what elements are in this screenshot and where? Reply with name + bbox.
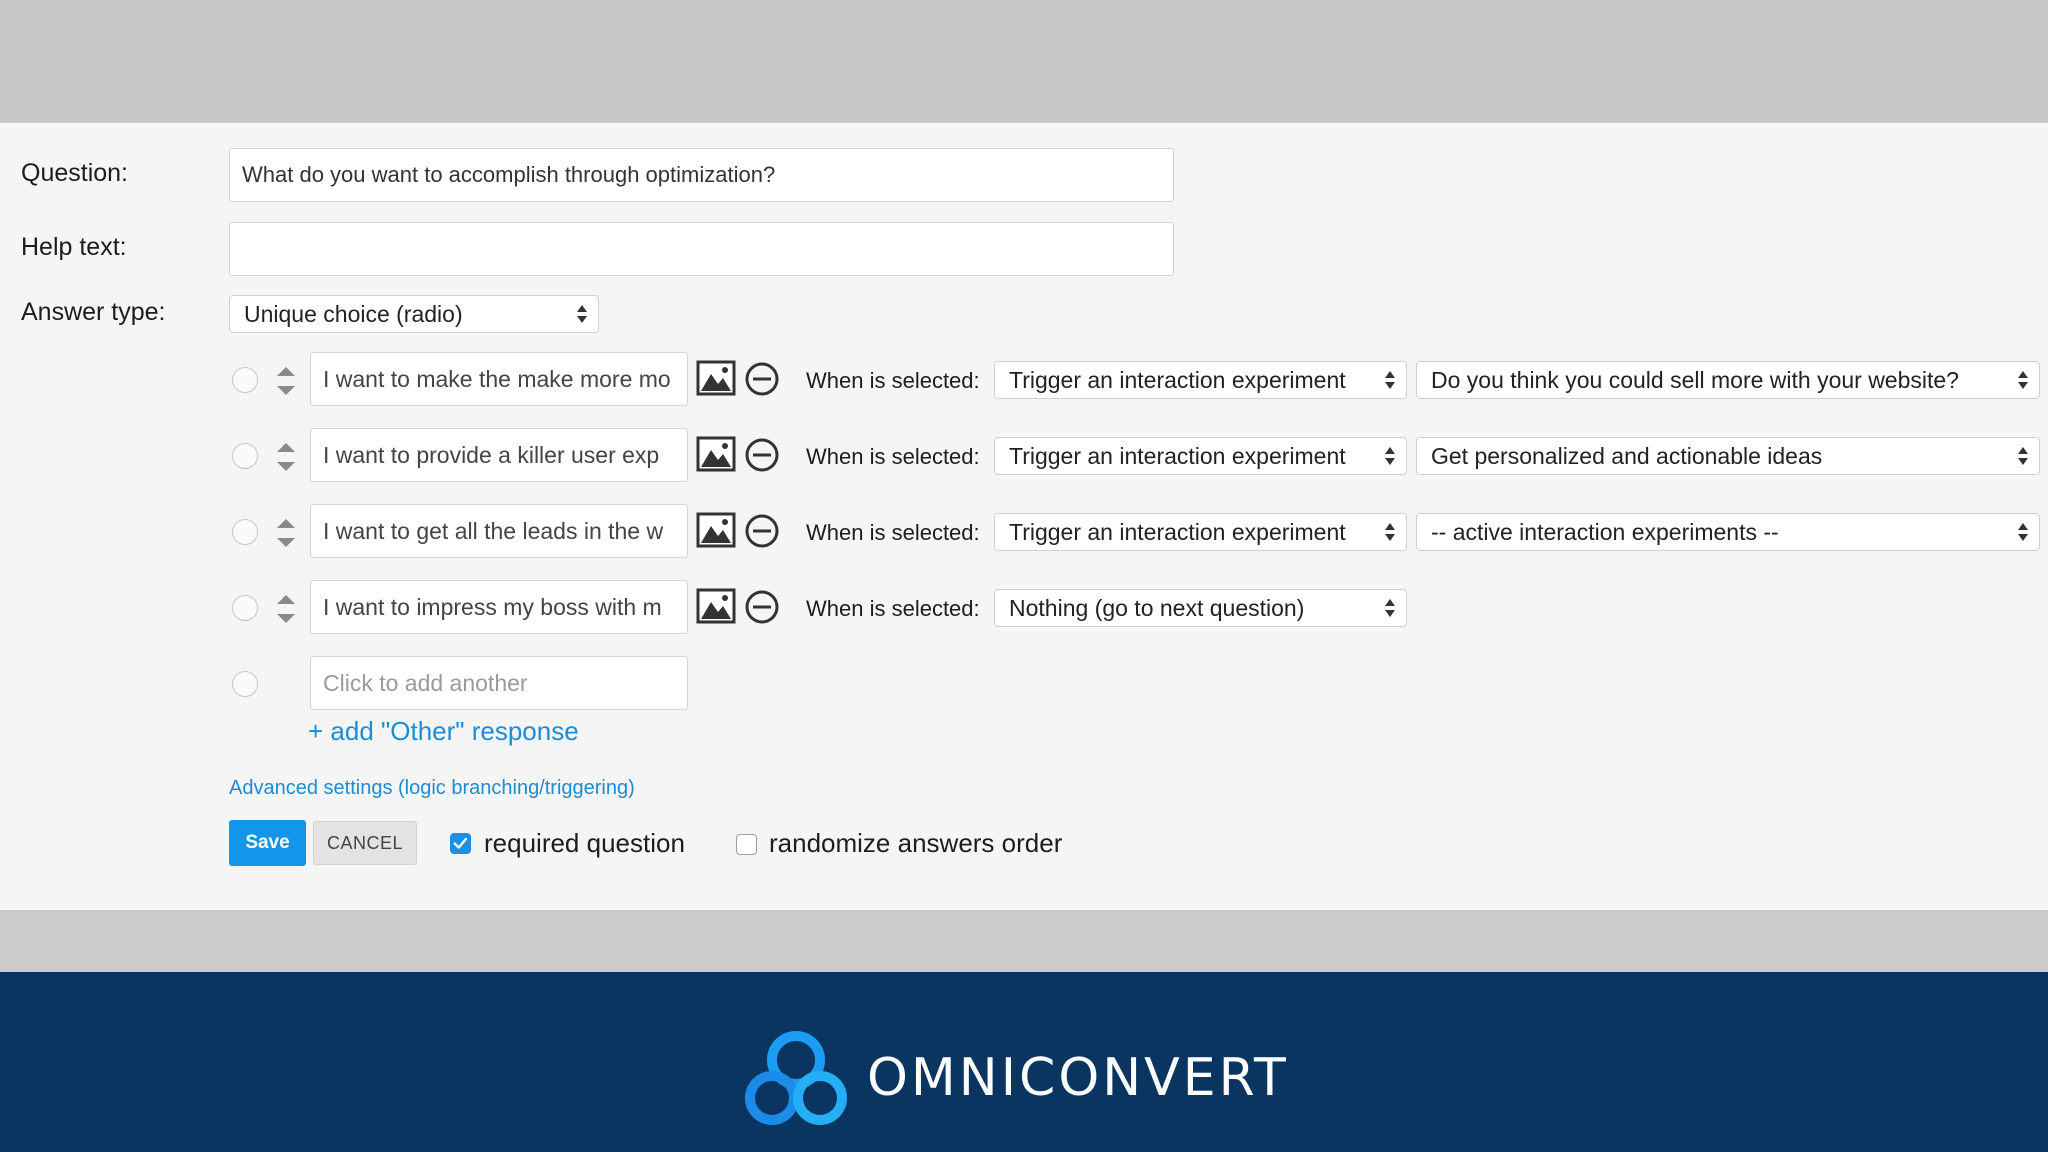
- image-icon[interactable]: [696, 436, 736, 472]
- answer-radio[interactable]: [232, 443, 258, 469]
- action-select[interactable]: Nothing (go to next question): [994, 589, 1407, 627]
- target-select-value: Get personalized and actionable ideas: [1431, 442, 1823, 469]
- advanced-settings-link[interactable]: Advanced settings (logic branching/trigg…: [229, 777, 635, 800]
- answer-text-input[interactable]: I want to make the make more mo: [310, 352, 688, 406]
- remove-answer-icon[interactable]: [744, 513, 780, 549]
- answer-type-select[interactable]: Unique choice (radio): [229, 295, 599, 333]
- cancel-button[interactable]: CANCEL: [313, 821, 417, 865]
- top-bar: [0, 0, 2048, 123]
- select-arrows-icon: [2018, 447, 2028, 465]
- question-label: Question:: [21, 159, 129, 187]
- answer-text-value: I want to make the make more mo: [323, 365, 671, 392]
- remove-answer-icon[interactable]: [744, 589, 780, 625]
- randomize-answers-checkbox[interactable]: [736, 834, 757, 855]
- target-select-value: -- active interaction experiments --: [1431, 518, 1779, 545]
- image-icon[interactable]: [696, 512, 736, 548]
- add-other-response-link[interactable]: + add "Other" response: [308, 716, 579, 747]
- answer-text-value: I want to get all the leads in the w: [323, 517, 664, 544]
- reorder-arrows-icon[interactable]: [274, 361, 298, 401]
- add-another-input[interactable]: Click to add another: [310, 656, 688, 710]
- brand-name: OMNICONVERT: [867, 1048, 1289, 1108]
- target-select-value: Do you think you could sell more with yo…: [1431, 366, 1959, 393]
- help-text-label: Help text:: [21, 233, 127, 261]
- answer-text-input[interactable]: I want to get all the leads in the w: [310, 504, 688, 558]
- answer-text-input[interactable]: I want to impress my boss with m: [310, 580, 688, 634]
- question-input-value: What do you want to accomplish through o…: [242, 162, 776, 187]
- remove-answer-icon[interactable]: [744, 437, 780, 473]
- add-another-placeholder: Click to add another: [323, 669, 528, 696]
- answer-type-label: Answer type:: [21, 298, 166, 326]
- action-select-value: Trigger an interaction experiment: [1009, 442, 1346, 469]
- answer-radio[interactable]: [232, 519, 258, 545]
- when-selected-label: When is selected:: [806, 520, 980, 545]
- answer-text-value: I want to provide a killer user exp: [323, 441, 660, 468]
- action-select[interactable]: Trigger an interaction experiment: [994, 361, 1407, 399]
- separator-bar: [0, 910, 2048, 972]
- target-experiment-select[interactable]: Do you think you could sell more with yo…: [1416, 361, 2040, 399]
- remove-answer-icon[interactable]: [744, 361, 780, 397]
- action-select-value: Trigger an interaction experiment: [1009, 366, 1346, 393]
- three-rings-logo-icon: [745, 1031, 847, 1125]
- select-arrows-icon: [1385, 371, 1395, 389]
- reorder-arrows-icon[interactable]: [274, 437, 298, 477]
- checkmark-icon: [453, 837, 468, 849]
- action-select[interactable]: Trigger an interaction experiment: [994, 437, 1407, 475]
- help-text-input[interactable]: [229, 222, 1174, 276]
- when-selected-label: When is selected:: [806, 444, 980, 469]
- reorder-arrows-icon[interactable]: [274, 589, 298, 629]
- target-experiment-select[interactable]: Get personalized and actionable ideas: [1416, 437, 2040, 475]
- randomize-answers-label: randomize answers order: [769, 828, 1063, 858]
- save-button[interactable]: Save: [229, 820, 306, 866]
- target-experiment-select[interactable]: -- active interaction experiments --: [1416, 513, 2040, 551]
- image-icon[interactable]: [696, 588, 736, 624]
- when-selected-label: When is selected:: [806, 596, 980, 621]
- question-input[interactable]: What do you want to accomplish through o…: [229, 148, 1174, 202]
- select-arrows-icon: [1385, 523, 1395, 541]
- action-select[interactable]: Trigger an interaction experiment: [994, 513, 1407, 551]
- action-select-value: Trigger an interaction experiment: [1009, 518, 1346, 545]
- select-arrows-icon: [577, 305, 587, 323]
- answer-radio[interactable]: [232, 671, 258, 697]
- image-icon[interactable]: [696, 360, 736, 396]
- required-question-checkbox[interactable]: [450, 833, 471, 854]
- answer-radio[interactable]: [232, 367, 258, 393]
- select-arrows-icon: [1385, 447, 1395, 465]
- select-arrows-icon: [2018, 523, 2028, 541]
- answer-type-value: Unique choice (radio): [244, 300, 463, 327]
- required-question-label: required question: [484, 828, 685, 858]
- answer-text-input[interactable]: I want to provide a killer user exp: [310, 428, 688, 482]
- select-arrows-icon: [1385, 599, 1395, 617]
- answer-text-value: I want to impress my boss with m: [323, 593, 662, 620]
- answer-radio[interactable]: [232, 595, 258, 621]
- action-select-value: Nothing (go to next question): [1009, 594, 1305, 621]
- reorder-arrows-icon[interactable]: [274, 513, 298, 553]
- when-selected-label: When is selected:: [806, 368, 980, 393]
- select-arrows-icon: [2018, 371, 2028, 389]
